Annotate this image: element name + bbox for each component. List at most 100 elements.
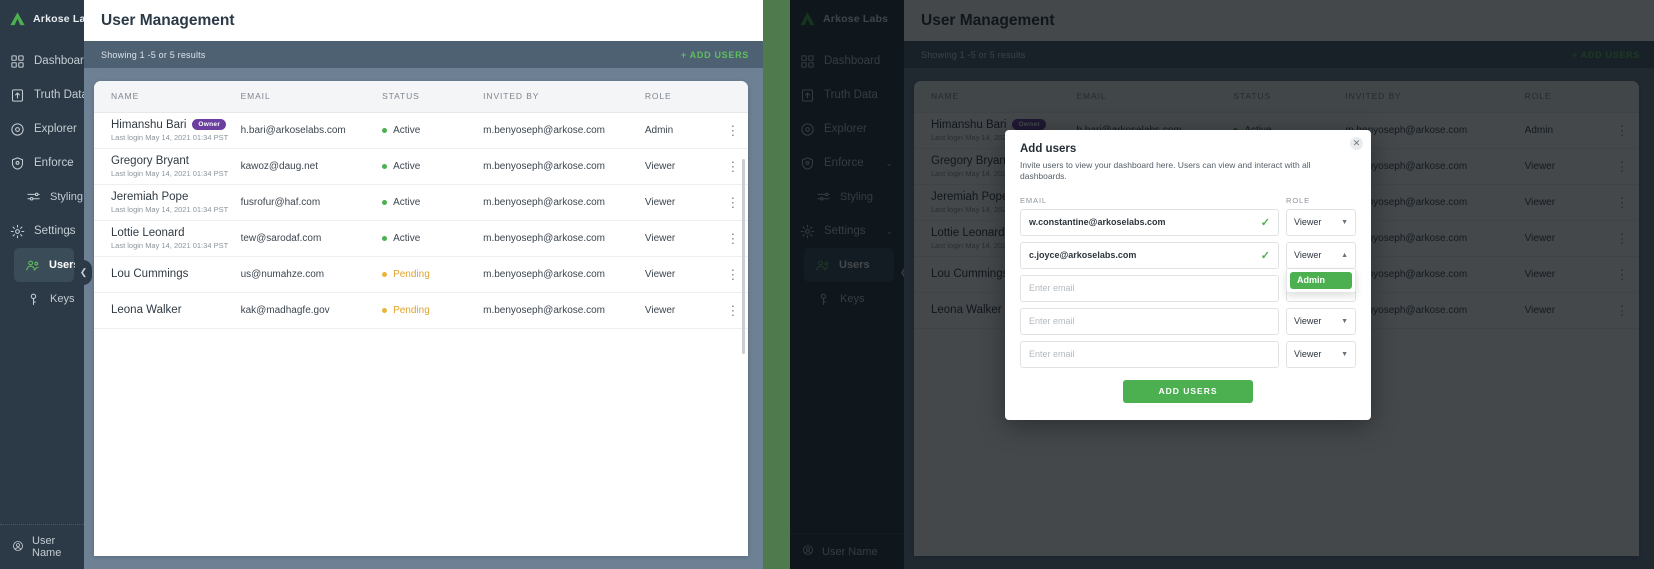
submit-add-users-button[interactable]: ADD USERS [1123,379,1253,403]
table-column-header: NAME [94,81,241,113]
sidebar-item-dashboard[interactable]: Dashboard [0,44,90,78]
status-dot-icon [382,235,388,241]
email-field[interactable]: w.constantine@arkoselabs.com ✓ [1020,208,1279,236]
results-count: Showing 1 -5 or 5 results [101,49,206,60]
cell-role: Viewer [644,184,718,221]
sidebar-item-styling[interactable]: Styling [0,180,84,214]
chevron-down-icon: ⌄ [65,225,73,236]
table-row[interactable]: Leona Walker kak@madhagfe.gov Pending m.ben… [94,292,748,329]
sidebar-item-label: Styling [50,191,84,203]
add-users-button[interactable]: + ADD USERS [681,50,749,60]
cell-name: Himanshu Bari Owner Last login May 14, 202… [94,112,241,149]
cell-name: Lou Cummings [94,256,241,293]
role-select[interactable]: Viewer ▼ [1286,307,1356,335]
last-login: Last login May 14, 2021 01:34 PST [111,240,229,250]
status-dot-icon [382,271,388,277]
brand: Arkose Labs [9,6,98,32]
invite-row: w.constantine@arkoselabs.com ✓ Viewer ▼ [1020,208,1356,236]
table-header-row: NAMEEMAILSTATUSINVITED BYROLE [94,81,748,113]
status-indicator: Active [382,197,483,208]
email-value: c.joyce@arkoselabs.com [1029,250,1137,261]
role-select[interactable]: Viewer ▲ [1286,241,1356,269]
sidebar-nav-left: Dashboard Truth Data Explorer Enforce ⌄ Styli… [0,44,90,316]
user-name: Lottie Leonard [111,227,241,239]
table-row[interactable]: Jeremiah PopeLast login May 14, 2021 01:… [94,184,748,221]
cell-name: Gregory BryantLast login May 14, 2021 01… [94,148,241,185]
role-option[interactable]: Admin [1290,271,1352,289]
table-row[interactable]: Himanshu Bari Owner Last login May 14, 202… [94,112,748,149]
status-text: Active [393,232,421,244]
sidebar-item-users[interactable]: Users [14,248,80,282]
user-name: Lou Cummings [111,268,241,280]
role-select[interactable]: Viewer ▼ [1286,208,1356,236]
status-indicator: Active [382,161,483,172]
table-column-header: EMAIL [240,81,383,113]
label-email: EMAIL [1020,195,1048,205]
table-scrollbar-thumb[interactable] [742,159,745,354]
role-value: Viewer [1294,349,1322,360]
sidebar-item-enforce[interactable]: Enforce⌄ [0,146,84,180]
role-select[interactable]: Viewer ▼ [1286,340,1356,368]
shield-icon [10,156,25,171]
email-placeholder: Enter email [1029,283,1075,294]
cell-role: Admin [644,112,718,149]
status-indicator: Active [382,233,483,244]
sidebar-collapse-toggle[interactable]: ❮ [75,260,92,285]
user-name: Jeremiah Pope [111,191,241,203]
table-row[interactable]: Lottie LeonardLast login May 14, 2021 01… [94,220,748,257]
compass-icon [10,122,25,137]
table-row[interactable]: Lou Cummings us@numahze.com Pending m.benyo… [94,256,748,293]
user-name: Gregory Bryant [111,155,241,167]
role-value: Viewer [1294,250,1322,261]
email-field[interactable]: Enter email [1020,274,1279,302]
sidebar-user-footer[interactable]: User Name [0,524,84,559]
sidebar-item-explorer[interactable]: Explorer [0,112,84,146]
email-placeholder: Enter email [1029,316,1075,327]
sidebar-item-keys[interactable]: Keys [0,282,84,316]
cell-email: us@numahze.com [240,256,383,293]
status-dot-icon [382,127,388,133]
last-login: Last login May 14, 2021 01:34 PST [111,204,229,214]
page-title: User Management [101,11,235,29]
users-icon [25,258,40,273]
user-name-text: Lou Cummings [111,268,189,280]
status-text: Active [393,196,421,208]
status-dot-icon [382,163,388,169]
sidebar-item-label: Explorer [34,123,77,135]
cell-status: Active [382,184,484,221]
sidebar-item-truth-data[interactable]: Truth Data [0,78,88,112]
modal-description: Invite users to view your dashboard here… [1020,160,1311,182]
add-users-modal: ✕ Add users Invite users to view your da… [1005,130,1371,420]
arkose-logo-icon [9,11,26,28]
user-name-text: Himanshu Bari [111,118,187,131]
status-text: Pending [393,268,430,280]
kebab-menu-icon[interactable]: ⋮ [718,124,748,137]
upload-icon [10,88,25,103]
cell-invited-by: m.benyoseph@arkose.com [483,148,645,185]
status-dot-icon [382,199,388,205]
role-dropdown-menu: Admin [1286,268,1356,293]
cell-status: Active [382,112,484,149]
sidebar-item-settings[interactable]: Settings⌄ [0,214,84,248]
user-name-text: Lottie Leonard [111,226,185,239]
cell-role: Viewer [644,256,718,293]
status-dot-icon [382,307,388,313]
chevron-up-icon: ▲ [1341,251,1348,259]
grid-icon [10,54,25,69]
email-field[interactable]: Enter email [1020,340,1279,368]
chevron-down-icon: ▼ [1341,350,1348,358]
cell-invited-by: m.benyoseph@arkose.com [483,220,645,257]
app-window-right: Arkose Labs DashboardTruth DataExplorerE… [790,0,1654,569]
topbar: User Management [84,0,763,41]
status-text: Active [393,124,421,136]
cell-email: tew@sarodaf.com [240,220,383,257]
user-name: Himanshu Bari Owner [111,119,241,131]
last-login: Last login May 14, 2021 01:34 PST [111,168,229,178]
cell-status: Pending [382,292,484,329]
email-field[interactable]: c.joyce@arkoselabs.com ✓ [1020,241,1279,269]
modal-field-headers: EMAIL ROLE [1020,196,1356,205]
table-row[interactable]: Gregory BryantLast login May 14, 2021 01… [94,148,748,185]
email-field[interactable]: Enter email [1020,307,1279,335]
cell-name: Lottie LeonardLast login May 14, 2021 01… [94,220,241,257]
close-icon[interactable]: ✕ [1350,137,1363,150]
